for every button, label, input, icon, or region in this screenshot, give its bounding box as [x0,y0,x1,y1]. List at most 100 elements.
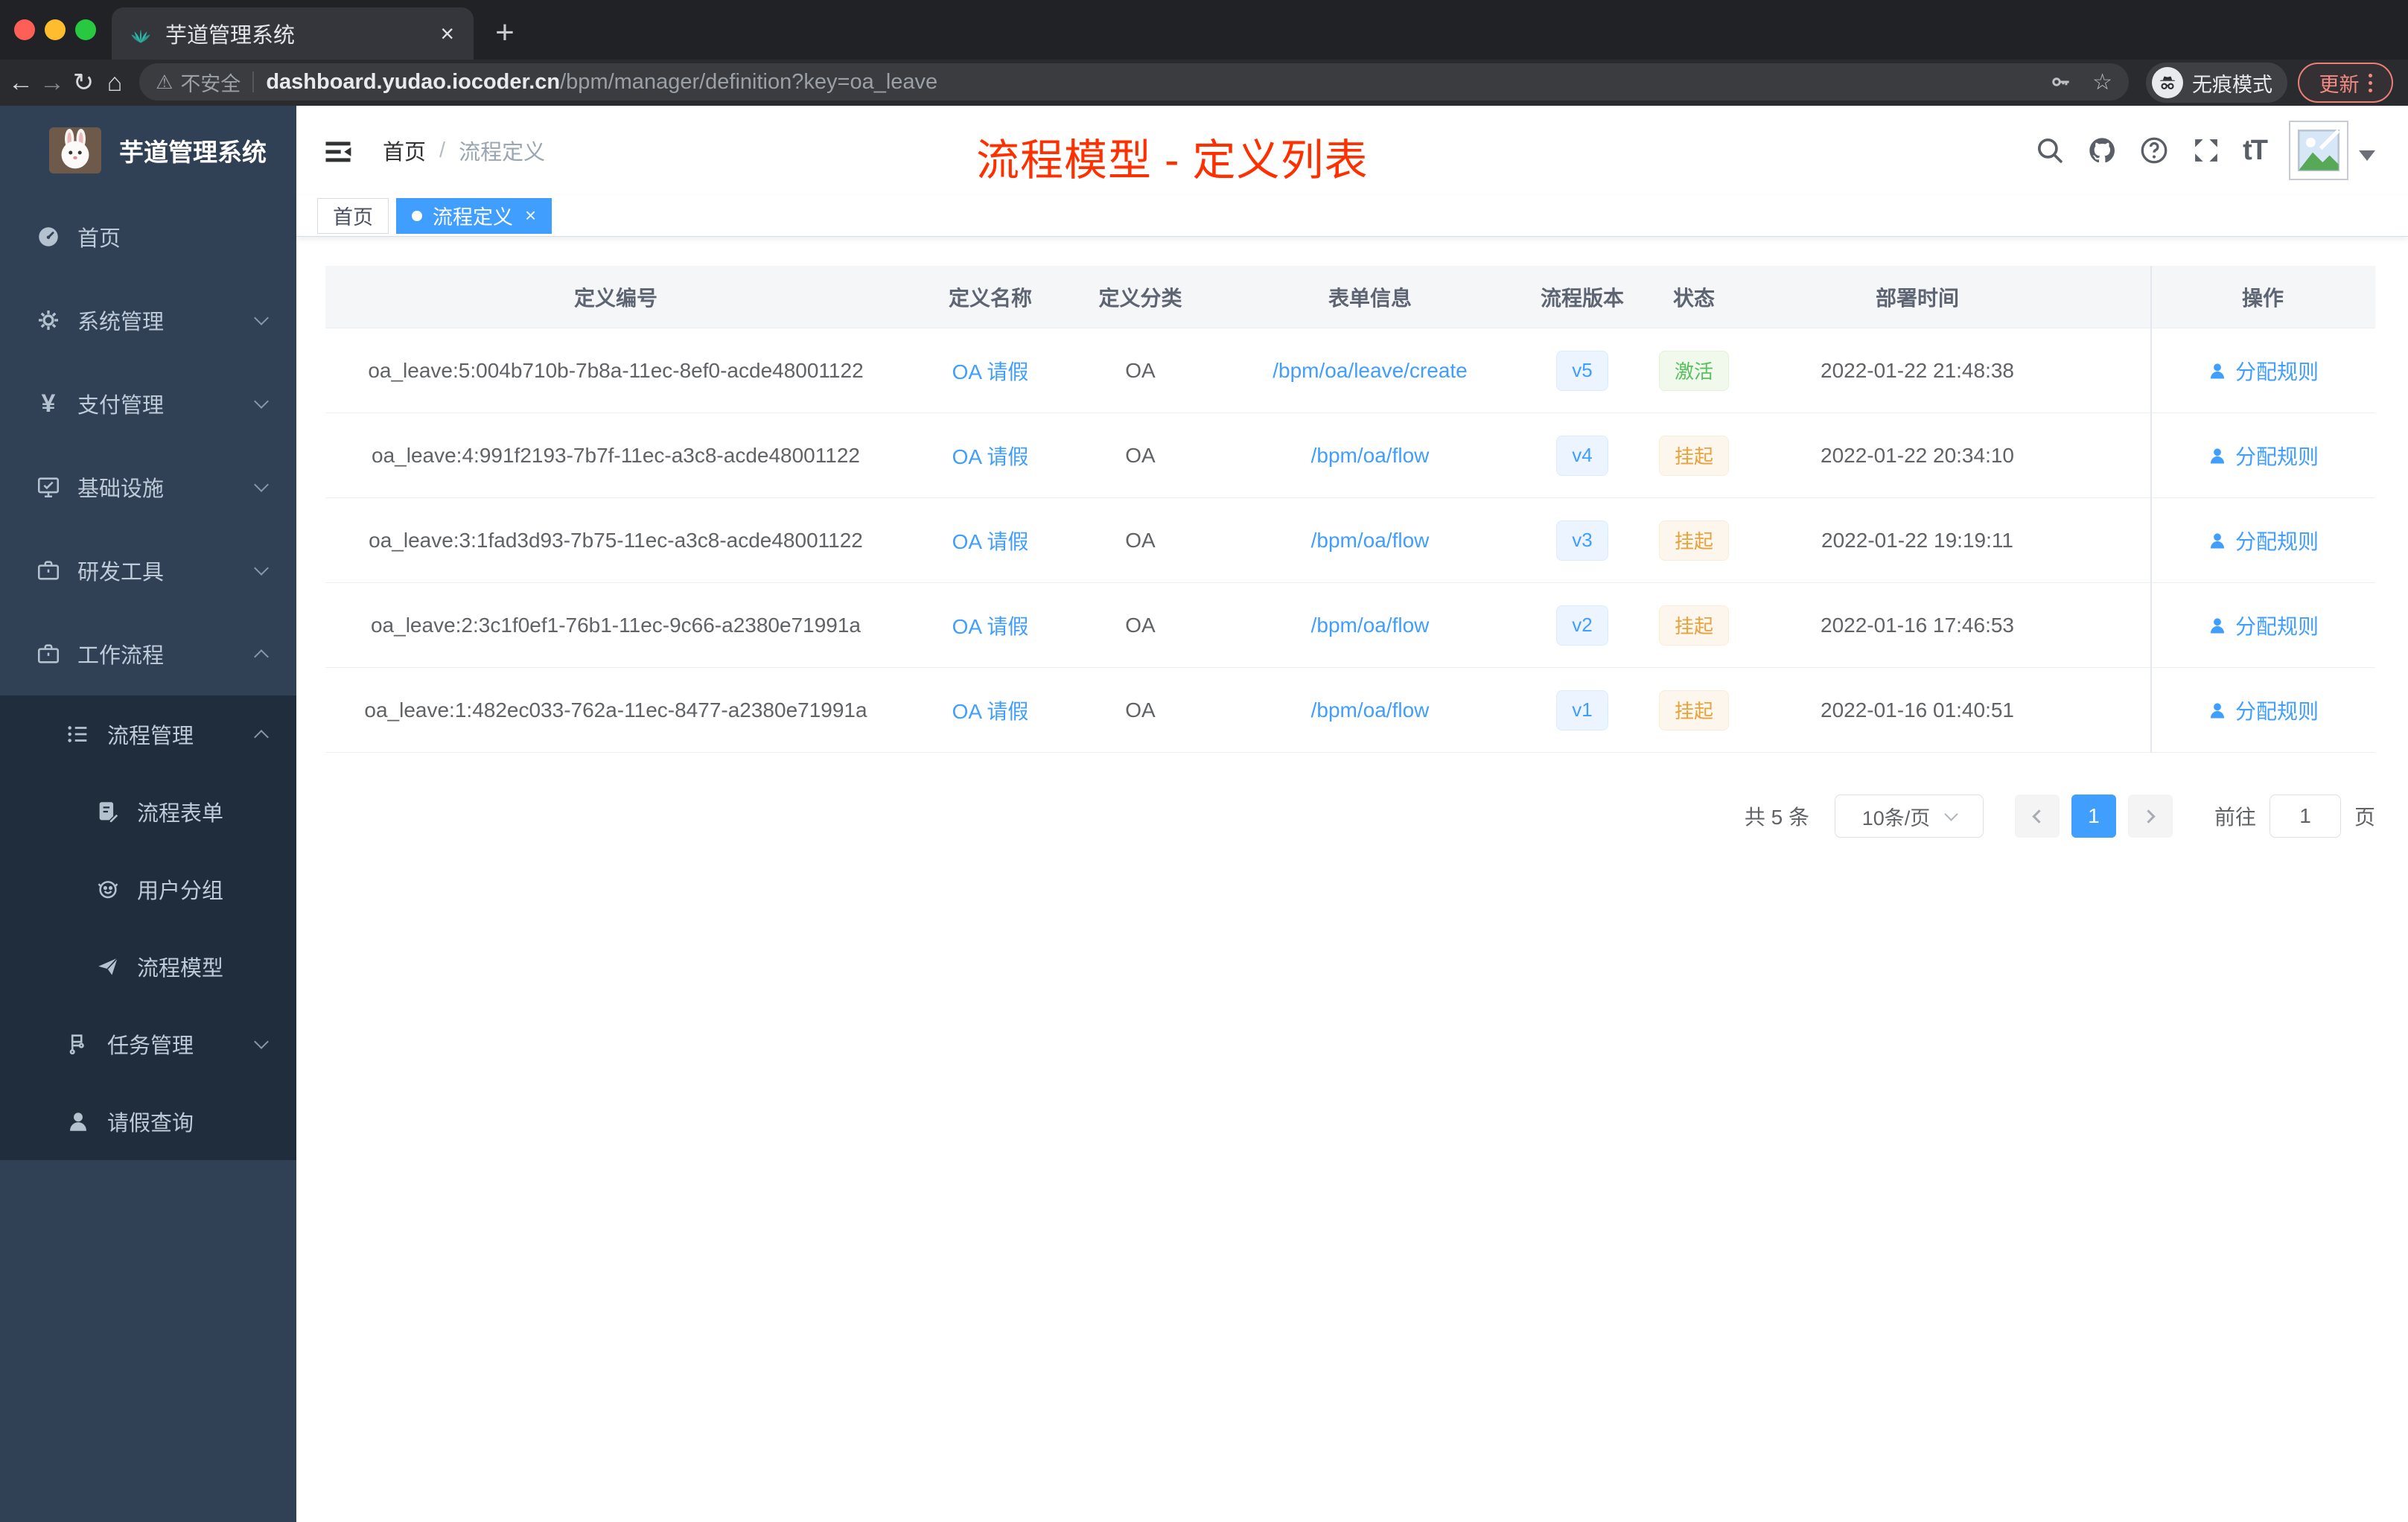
fullscreen-icon[interactable] [2191,135,2222,166]
sidebar-item-1[interactable]: 系统管理 [0,278,296,362]
goto-page-input[interactable]: 1 [2269,795,2341,838]
assign-rule-link[interactable]: 分配规则 [2207,611,2319,640]
app-title: 芋道管理系统 [119,138,267,166]
select-chevron-down-icon [1944,806,1958,821]
assign-rule-link[interactable]: 分配规则 [2207,356,2319,386]
goto-label: 前往 [2214,806,2256,829]
cell-version: v3 [1534,520,1631,561]
window-close-button[interactable] [14,19,35,40]
version-badge: v1 [1556,690,1608,730]
browser-tab[interactable]: 芋道管理系统 × [112,7,474,60]
window-minimize-button[interactable] [45,19,66,40]
briefcase-icon [36,558,61,583]
flow-icon [66,1031,91,1057]
sidebar-item-2[interactable]: ¥ 支付管理 [0,362,296,445]
browser-update-button[interactable]: 更新 [2298,63,2393,103]
sidebar-item-10[interactable]: 任务管理 [0,1005,296,1083]
cell-form-link[interactable]: /bpm/oa/flow [1206,444,1534,468]
sidebar-collapse-icon[interactable] [322,136,354,165]
window-zoom-button[interactable] [75,19,96,40]
font-size-icon[interactable]: tT [2243,135,2268,167]
sidebar-item-9[interactable]: 流程模型 [0,928,296,1005]
cell-action: 分配规则 [2150,441,2375,471]
home-icon[interactable]: ⌂ [98,60,131,106]
tab-close-icon[interactable]: × [437,22,457,45]
sidebar-item-11[interactable]: 请假查询 [0,1083,296,1160]
assign-rule-link[interactable]: 分配规则 [2207,526,2319,555]
version-badge: v3 [1556,520,1608,561]
incognito-icon [2152,67,2183,98]
browser-menu-dots-icon[interactable] [2368,73,2372,92]
forward-icon[interactable]: → [36,60,69,106]
cell-form-link[interactable]: /bpm/oa/flow [1206,529,1534,553]
page-size-select[interactable]: 10条/页 [1834,795,1984,838]
cell-status: 挂起 [1631,435,1757,476]
sidebar-item-3[interactable]: 基础设施 [0,445,296,529]
cell-definition-name-link[interactable]: OA 请假 [906,356,1074,386]
assign-rule-label: 分配规则 [2235,529,2319,553]
column-header-id: 定义编号 [573,286,657,310]
github-icon[interactable] [2086,135,2118,166]
cell-definition-name-link[interactable]: OA 请假 [906,526,1074,555]
key-icon[interactable] [2049,70,2073,94]
next-page-button[interactable] [2127,795,2173,838]
avatar[interactable] [2289,121,2348,180]
sidebar-item-label: 首页 [77,227,121,251]
help-question-icon[interactable] [2138,135,2170,166]
prev-page-button[interactable] [2014,795,2060,838]
sidebar-item-6[interactable]: 流程管理 [0,695,296,773]
assign-rule-link[interactable]: 分配规则 [2207,695,2319,725]
url-path: /bpm/manager/definition?key=oa_leave [560,69,938,94]
back-icon[interactable]: ← [4,60,37,106]
tag-close-icon[interactable]: × [525,204,536,227]
cell-form-link[interactable]: /bpm/oa/flow [1206,614,1534,637]
new-tab-button[interactable]: + [485,13,524,52]
cell-action: 分配规则 [2150,526,2375,555]
sidebar-item-0[interactable]: 首页 [0,195,296,278]
browser-tab-strip: 芋道管理系统 × + [0,0,2408,60]
table-row: oa_leave:4:991f2193-7b7f-11ec-a3c8-acde4… [325,413,2375,498]
cell-definition-name-link[interactable]: OA 请假 [906,611,1074,640]
avatar-caret-down-icon[interactable] [2359,150,2375,161]
column-header-version: 流程版本 [1540,286,1624,310]
person-icon [66,1109,91,1134]
status-badge: 挂起 [1658,435,1729,476]
sidebar-item-label: 任务管理 [107,1034,194,1058]
sidebar-item-5[interactable]: 工作流程 [0,612,296,695]
tab-favicon-leaf-icon [128,21,153,46]
goto-unit: 页 [2354,806,2375,829]
incognito-badge: 无痕模式 [2146,63,2287,103]
breadcrumb: 首页 / 流程定义 [383,135,545,166]
cell-form-link[interactable]: /bpm/oa/leave/create [1206,359,1534,383]
tag-process-definition[interactable]: 流程定义 × [396,197,552,234]
sidebar-item-4[interactable]: 研发工具 [0,529,296,612]
sidebar-item-7[interactable]: 流程表单 [0,773,296,850]
cell-definition-name-link[interactable]: OA 请假 [906,695,1074,725]
chevron-down-icon [254,394,269,409]
sidebar-item-8[interactable]: 用户分组 [0,850,296,928]
column-header-name: 定义名称 [948,286,1032,310]
assign-rule-link[interactable]: 分配规则 [2207,441,2319,471]
assign-rule-label: 分配规则 [2235,614,2319,638]
cell-form-link[interactable]: /bpm/oa/flow [1206,698,1534,722]
reload-icon[interactable]: ↻ [67,60,100,106]
url-divider [252,71,255,92]
tag-home-label: 首页 [333,206,373,229]
chevron-down-icon [254,477,269,492]
sidebar-logo-row[interactable]: 芋道管理系统 [0,106,296,195]
tag-home[interactable]: 首页 [317,197,389,234]
bookmark-star-icon[interactable]: ☆ [2092,69,2112,95]
page-content: 定义编号 定义名称 定义分类 表单信息 流程版本 状态 部署时间 操作 oa_l… [296,237,2408,1522]
column-header-time: 部署时间 [1875,286,1959,310]
person-icon [2207,700,2228,721]
address-bar[interactable]: ⚠ 不安全 dashboard.yudao.iocoder.cn /bpm/ma… [139,63,2129,101]
not-secure-warning-icon: ⚠ [156,70,173,93]
person-icon [2207,615,2228,636]
breadcrumb-home[interactable]: 首页 [383,135,426,166]
page-number-button[interactable]: 1 [2071,795,2116,838]
search-icon[interactable] [2034,135,2065,166]
cell-definition-category: OA [1125,358,1156,382]
cell-definition-name-link[interactable]: OA 请假 [906,441,1074,471]
version-badge: v2 [1556,605,1608,646]
assign-rule-label: 分配规则 [2235,445,2319,468]
